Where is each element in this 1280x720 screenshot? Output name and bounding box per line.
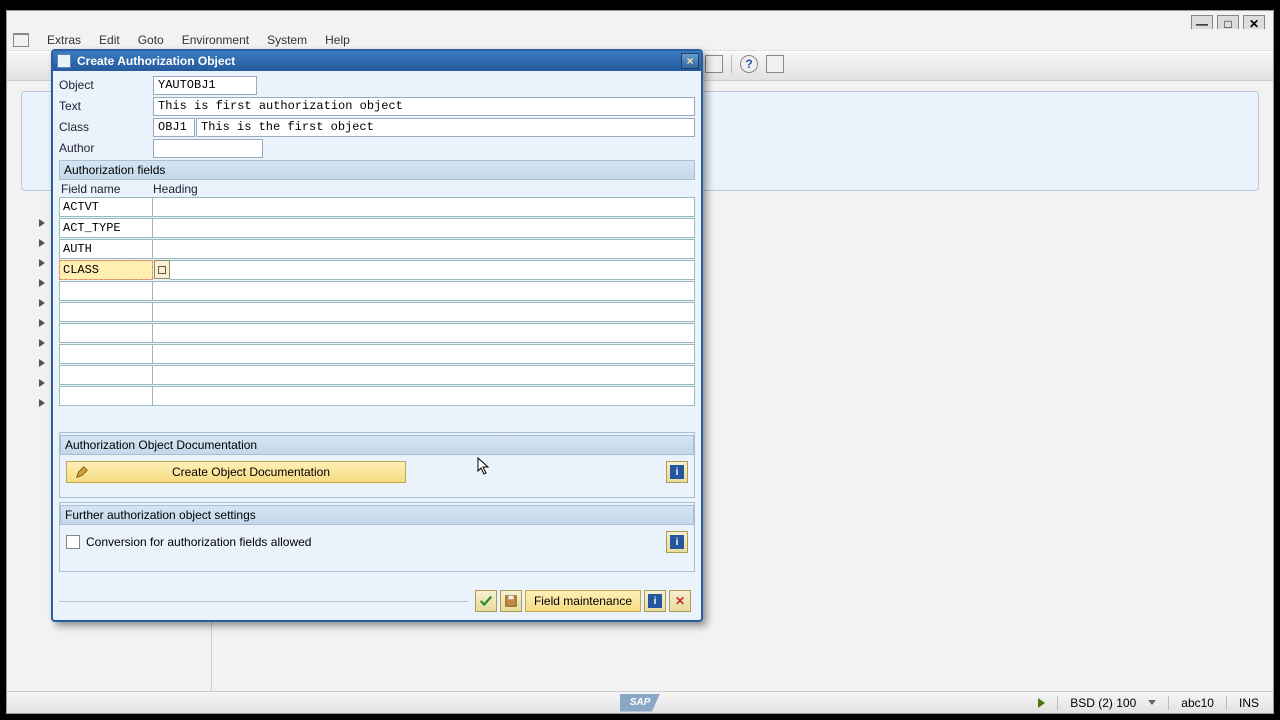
conversion-checkbox[interactable] — [66, 535, 80, 549]
table-row — [59, 239, 695, 259]
status-play-icon[interactable] — [1038, 698, 1045, 708]
menu-edit[interactable]: Edit — [99, 33, 120, 47]
heading-cell[interactable] — [153, 365, 695, 385]
status-session: BSD (2) 100 — [1070, 696, 1136, 710]
field-name-cell[interactable] — [59, 365, 153, 385]
info-icon: i — [648, 594, 662, 608]
statusbar: SAP BSD (2) 100 abc10 INS — [7, 691, 1273, 713]
help-icon[interactable]: ? — [740, 55, 758, 73]
field-name-cell[interactable] — [59, 344, 153, 364]
pencil-icon — [73, 463, 91, 481]
menu-extras[interactable]: Extras — [47, 33, 81, 47]
menu-system[interactable]: System — [267, 33, 307, 47]
class-desc-field[interactable] — [196, 118, 695, 137]
save-button[interactable] — [500, 590, 522, 612]
table-row — [59, 197, 695, 217]
table-row — [59, 365, 695, 385]
table-row — [59, 344, 695, 364]
field-name-cell[interactable] — [59, 260, 153, 280]
field-name-cell[interactable] — [59, 197, 153, 217]
field-maintenance-label: Field maintenance — [534, 594, 632, 608]
field-maintenance-button[interactable]: Field maintenance — [525, 590, 641, 612]
create-auth-object-dialog: Create Authorization Object × Object Tex… — [51, 49, 703, 622]
further-info-button[interactable]: i — [666, 531, 688, 553]
layout-icon[interactable] — [766, 55, 784, 73]
table-row — [59, 260, 695, 280]
author-field[interactable] — [153, 139, 263, 158]
field-name-cell[interactable] — [59, 281, 153, 301]
create-doc-button[interactable]: Create Object Documentation — [66, 461, 406, 483]
session-dropdown-icon[interactable] — [1148, 700, 1156, 705]
object-label: Object — [59, 78, 153, 92]
table-row — [59, 302, 695, 322]
menubar: Extras Edit Goto Environment System Help — [7, 29, 1273, 51]
sap-logo: SAP — [620, 694, 660, 712]
class-label: Class — [59, 120, 153, 134]
doc-info-button[interactable]: i — [666, 461, 688, 483]
menu-environment[interactable]: Environment — [182, 33, 249, 47]
cancel-button[interactable]: ✕ — [669, 590, 691, 612]
field-name-cell[interactable] — [59, 323, 153, 343]
menu-goto[interactable]: Goto — [138, 33, 164, 47]
heading-cell[interactable] — [153, 386, 695, 406]
heading-cell[interactable] — [153, 239, 695, 259]
col-heading: Heading — [153, 182, 198, 196]
field-name-cell[interactable] — [59, 218, 153, 238]
heading-cell[interactable] — [153, 323, 695, 343]
toolbar-icon[interactable] — [705, 55, 723, 73]
info-icon: i — [670, 535, 684, 549]
status-client: abc10 — [1181, 696, 1214, 710]
cancel-icon: ✕ — [675, 594, 685, 608]
dialog-icon — [57, 54, 71, 68]
field-name-cell[interactable] — [59, 302, 153, 322]
col-field-name: Field name — [59, 182, 153, 196]
status-mode: INS — [1239, 696, 1259, 710]
table-row — [59, 323, 695, 343]
info-icon: i — [670, 465, 684, 479]
menu-help[interactable]: Help — [325, 33, 350, 47]
auth-fields-header: Authorization fields — [59, 160, 695, 180]
further-section-header: Further authorization object settings — [60, 505, 694, 525]
doc-section-header: Authorization Object Documentation — [60, 435, 694, 455]
dialog-titlebar: Create Authorization Object × — [53, 51, 701, 71]
field-name-cell[interactable] — [59, 239, 153, 259]
create-doc-label: Create Object Documentation — [97, 465, 405, 479]
heading-cell[interactable] — [170, 260, 695, 280]
table-row — [59, 281, 695, 301]
bottom-info-button[interactable]: i — [644, 590, 666, 612]
object-field[interactable] — [153, 76, 257, 95]
heading-cell[interactable] — [153, 281, 695, 301]
close-icon[interactable]: × — [681, 53, 699, 69]
text-field[interactable] — [153, 97, 695, 116]
table-row — [59, 218, 695, 238]
text-label: Text — [59, 99, 153, 113]
table-row — [59, 386, 695, 406]
menu-icon[interactable] — [13, 33, 29, 47]
f4-help-button[interactable] — [154, 260, 170, 279]
heading-cell[interactable] — [153, 218, 695, 238]
heading-cell[interactable] — [153, 344, 695, 364]
heading-cell[interactable] — [153, 302, 695, 322]
dialog-title: Create Authorization Object — [77, 54, 235, 68]
conversion-label: Conversion for authorization fields allo… — [86, 535, 311, 549]
author-label: Author — [59, 141, 153, 155]
accept-button[interactable] — [475, 590, 497, 612]
heading-cell[interactable] — [153, 197, 695, 217]
class-code-field[interactable] — [153, 118, 195, 137]
field-name-cell[interactable] — [59, 386, 153, 406]
